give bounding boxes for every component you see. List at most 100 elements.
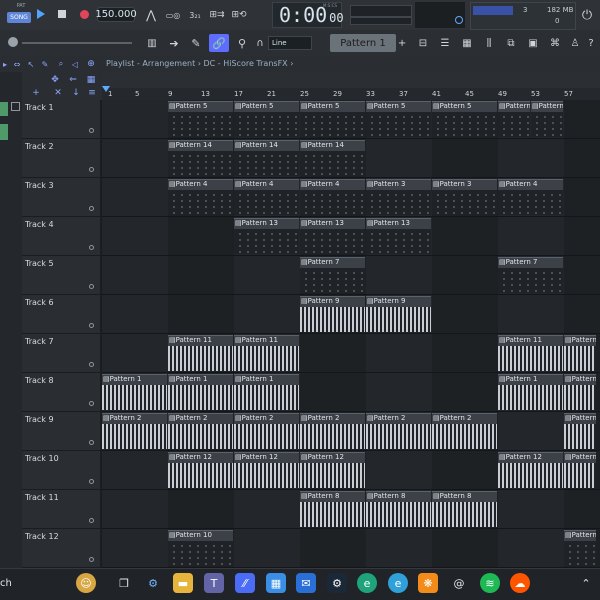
track-header[interactable]: Track 4 [22, 217, 100, 256]
help-icon[interactable]: ? [584, 34, 598, 52]
plugin-icon[interactable]: ⧉ [502, 34, 520, 52]
pattern-clip[interactable]: ▤Pattern 7 [498, 257, 563, 293]
pattern-clip[interactable]: ▤Pattern [564, 335, 596, 371]
wait-icon[interactable]: ▭◎ [164, 6, 182, 24]
track-header[interactable]: Track 7 [22, 334, 100, 373]
pattern-clip[interactable]: ▤Pattern 14 [234, 140, 299, 176]
add-track-icon[interactable]: + [30, 87, 42, 99]
track-header[interactable]: Track 6 [22, 295, 100, 334]
pattern-clip[interactable]: ▤Pattern [564, 374, 596, 410]
touch-icon[interactable]: ⌘ [546, 34, 564, 52]
pattern-picker-block[interactable] [0, 124, 8, 140]
pencil-icon[interactable]: ✎ [40, 58, 50, 70]
app-blue-icon[interactable]: ⁄⁄ [235, 573, 255, 593]
pattern-clip[interactable]: ▤Pattern 4 [234, 179, 299, 215]
main-pitch-slider[interactable] [22, 42, 132, 44]
track-header[interactable]: Track 8 [22, 373, 100, 412]
pattern-clip[interactable]: ▤Pattern 1 [234, 374, 299, 410]
pattern-clip[interactable]: ▤Pattern 9 [366, 296, 431, 332]
pattern-clip[interactable]: ▤Pattern 14 [300, 140, 365, 176]
threads-icon[interactable]: @ [449, 573, 469, 593]
settings-icon[interactable]: ≡ [86, 87, 98, 99]
track-mute-icon[interactable] [89, 440, 94, 445]
mascot-icon[interactable]: ☺ [76, 573, 96, 593]
link-icon[interactable]: 🔗 [209, 34, 229, 52]
pattern-clip[interactable]: ▤Pattern 3 [366, 179, 431, 215]
steam-icon[interactable]: ⚙ [327, 573, 347, 593]
pattern-clip[interactable]: ▤Pattern 12 [300, 452, 365, 488]
person-icon[interactable]: ♙ [568, 34, 582, 52]
pattern-clip[interactable]: ▤Pattern 8 [366, 491, 431, 527]
store-icon[interactable]: ▦ [266, 573, 286, 593]
pattern-clip[interactable]: ▤Pattern 12 [498, 452, 563, 488]
tray-chevron-icon[interactable]: ⌃ [576, 573, 596, 593]
loop-record-icon[interactable]: ⊞⟲ [230, 6, 248, 24]
pattern-clip[interactable]: ▤Pattern 7 [300, 257, 365, 293]
pattern-clip[interactable]: ▤Pattern 9 [300, 296, 365, 332]
track-mute-icon[interactable] [89, 401, 94, 406]
step-edit-icon[interactable]: ⊞⇉ [208, 6, 226, 24]
channel-rack-icon[interactable]: ☰ [436, 34, 454, 52]
close-icon[interactable]: ✕ [52, 87, 64, 99]
pattern-clip[interactable]: ▤Pattern 1 [498, 374, 563, 410]
magnify-icon[interactable]: ⌕ [56, 58, 66, 70]
track-mute-icon[interactable] [89, 245, 94, 250]
track-header[interactable]: Track 1 [22, 100, 100, 139]
pattern-clip[interactable]: ▤Pattern 11 [234, 335, 299, 371]
task-view-icon[interactable]: ❐ [114, 573, 134, 593]
track-mute-icon[interactable] [89, 284, 94, 289]
swap-icon[interactable]: ⇔ [12, 58, 22, 70]
track-header[interactable]: Track 10 [22, 451, 100, 490]
pattern-clip[interactable]: ▤Pattern 2 [300, 413, 365, 449]
stop-button[interactable] [54, 6, 70, 22]
pattern-clip[interactable]: ▤Pattern 10 [168, 530, 233, 566]
breadcrumb-project[interactable]: DC - HiScore TransFX [204, 59, 288, 68]
pattern-clip[interactable]: ▤Pattern 5 [498, 101, 530, 137]
pattern-clip[interactable]: ▤Pattern [564, 530, 596, 566]
piano-icon[interactable]: ▦ [458, 34, 476, 52]
power-icon[interactable]: ⏻ [578, 6, 596, 24]
record-button[interactable] [76, 6, 92, 22]
pattern-clip[interactable]: ▤Pattern 1 [102, 374, 167, 410]
timeline-strip[interactable] [102, 72, 600, 88]
playlist-menu-icon[interactable]: ⊕ [84, 58, 98, 70]
panel-close-icon[interactable] [11, 102, 20, 111]
playlist-icon[interactable]: ⊟ [414, 34, 432, 52]
pattern-clip[interactable]: ▤Pattern 5 [432, 101, 497, 137]
edge-icon[interactable]: e [357, 573, 377, 593]
pattern-clip[interactable]: ▤Pattern 1 [168, 374, 233, 410]
pattern-picker-block[interactable] [0, 102, 8, 116]
settings-gear-icon[interactable]: ⚙ [143, 573, 163, 593]
track-mute-icon[interactable] [89, 167, 94, 172]
track-header[interactable]: Track 9 [22, 412, 100, 451]
cursor-icon[interactable]: ↖ [26, 58, 36, 70]
magnet-icon[interactable]: ∩ [255, 36, 265, 50]
pattern-clip[interactable]: ▤Pattern 5 [531, 101, 563, 137]
song-mode-button[interactable]: SONG [7, 12, 31, 23]
track-mute-icon[interactable] [89, 362, 94, 367]
pattern-select[interactable]: Pattern 1 [330, 34, 396, 52]
track-header[interactable]: Track 11 [22, 490, 100, 529]
master-volume-slider[interactable] [350, 5, 412, 17]
piano-roll-icon[interactable]: ▥ [143, 34, 161, 52]
track-mute-icon[interactable] [89, 206, 94, 211]
track-header[interactable]: Track 12 [22, 529, 100, 568]
track-header[interactable]: Track 3 [22, 178, 100, 217]
edge-beta-icon[interactable]: e [388, 573, 408, 593]
track-mute-icon[interactable] [89, 323, 94, 328]
move-icon[interactable]: ✥ [48, 74, 62, 86]
track-mute-icon[interactable] [89, 479, 94, 484]
down-icon[interactable]: ↓ [70, 87, 82, 99]
pattern-clip[interactable]: ▤Pattern [564, 413, 596, 449]
pattern-clip[interactable]: ▤Pattern 4 [498, 179, 563, 215]
track-header[interactable]: Track 5 [22, 256, 100, 295]
fl-studio-icon[interactable]: ❋ [418, 573, 438, 593]
snap-select[interactable]: Line [268, 36, 312, 50]
stamp-icon[interactable]: ⚲ [233, 34, 251, 52]
pattern-clip[interactable]: ▤Pattern [564, 452, 596, 488]
breadcrumb-playlist[interactable]: Playlist - Arrangement [106, 59, 195, 68]
pattern-clip[interactable]: ▤Pattern 11 [168, 335, 233, 371]
track-mute-icon[interactable] [89, 128, 94, 133]
track-mute-icon[interactable] [89, 557, 94, 562]
pattern-clip[interactable]: ▤Pattern 4 [300, 179, 365, 215]
